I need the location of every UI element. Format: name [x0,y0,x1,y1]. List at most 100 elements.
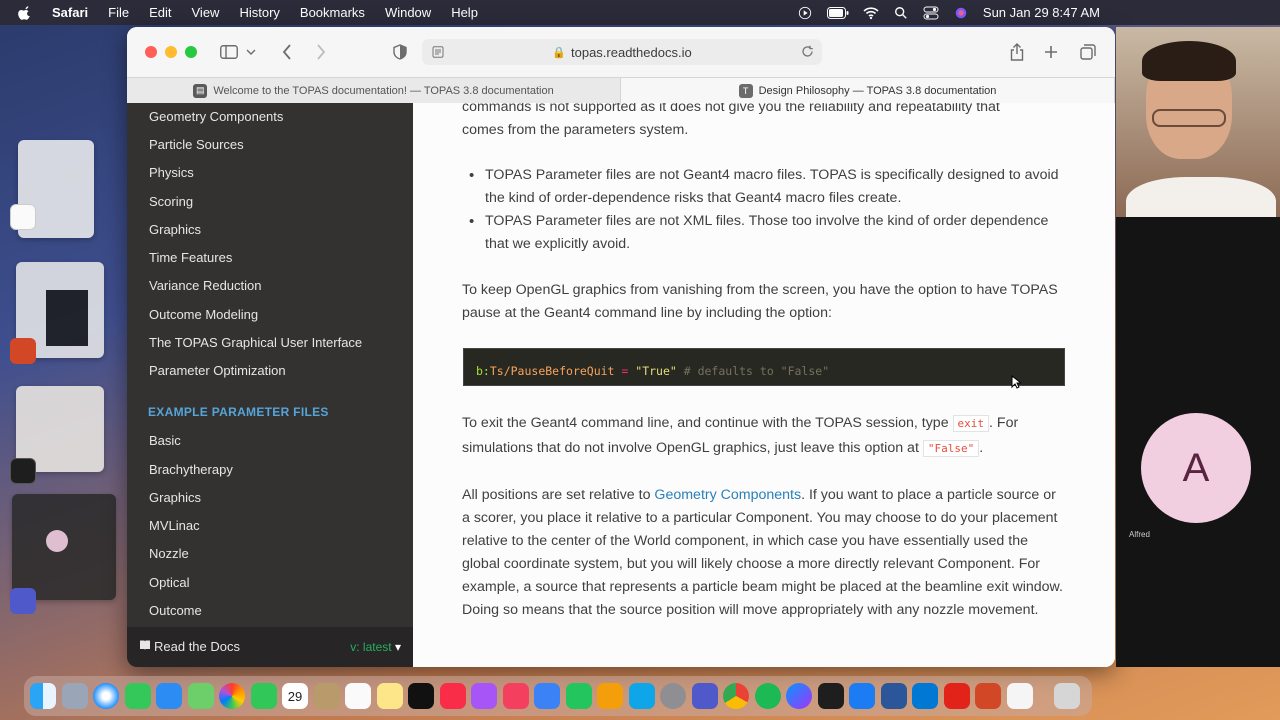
facetime-icon[interactable] [250,683,277,709]
control-center-icon[interactable] [923,6,939,20]
calendar-icon[interactable]: 29 [282,683,308,709]
address-bar[interactable]: 🔒 topas.readthedocs.io [422,39,822,65]
contacts-icon[interactable] [313,683,340,709]
textedit-stage-icon[interactable] [10,204,36,230]
maps-icon[interactable] [187,683,214,709]
xcode-icon[interactable] [849,683,875,709]
menu-clock[interactable]: Sun Jan 29 8:47 AM [983,5,1100,20]
textedit-icon[interactable] [1006,683,1033,709]
messenger-icon[interactable] [786,683,812,709]
trash-icon[interactable] [1054,683,1080,709]
sidebar-example-optical[interactable]: Optical [149,575,189,590]
sidebar-toggle-icon[interactable] [218,41,240,63]
minimize-window-button[interactable] [165,46,177,58]
participant-video[interactable] [1116,27,1280,217]
sidebar-item-physics[interactable]: Physics [149,165,194,180]
doc-content: commands is not supported as it does not… [413,103,1115,667]
photos-icon[interactable] [219,683,245,709]
acrobat-icon[interactable] [943,683,970,709]
menu-app-name[interactable]: Safari [52,5,88,20]
sidebar-example-outcome[interactable]: Outcome [149,603,202,618]
sidebar-item-outcome-modeling[interactable]: Outcome Modeling [149,307,258,322]
notes-icon[interactable] [376,683,403,709]
terminal-stage-icon[interactable] [10,458,36,484]
menu-edit[interactable]: Edit [149,5,171,20]
tab-overview-icon[interactable] [1077,41,1099,63]
stage-window-4[interactable] [12,494,116,600]
app-store-icon[interactable] [628,683,655,709]
read-the-docs-label[interactable]: Read the Docs [154,639,240,654]
appletv-icon[interactable] [408,683,434,709]
podcasts-icon[interactable] [471,683,497,709]
sidebar-item-gui[interactable]: The TOPAS Graphical User Interface [149,335,362,350]
reminders-icon[interactable] [345,683,371,709]
menu-file[interactable]: File [108,5,129,20]
spotify-icon[interactable] [754,683,781,709]
siri-icon[interactable] [953,6,969,20]
new-tab-icon[interactable] [1040,41,1062,63]
sidebar-example-basic[interactable]: Basic [149,433,181,448]
sidebar-item-geometry-components[interactable]: Geometry Components [149,109,283,124]
share-icon[interactable] [1006,41,1028,63]
forward-arrow-icon[interactable] [310,41,332,63]
music-icon[interactable] [439,683,466,709]
url-text[interactable]: topas.readthedocs.io [571,45,692,60]
sidebar-item-graphics[interactable]: Graphics [149,222,201,237]
geometry-components-link[interactable]: Geometry Components [654,487,801,503]
sidebar-item-particle-sources[interactable]: Particle Sources [149,137,244,152]
sidebar-example-nozzle[interactable]: Nozzle [149,546,189,561]
apple-icon[interactable] [18,5,32,20]
code-block[interactable]: b:Ts/PauseBeforeQuit = "True" # defaults… [463,348,1065,386]
menu-view[interactable]: View [192,5,220,20]
participant-hair [1142,41,1236,81]
reload-icon[interactable] [801,45,814,58]
news-icon[interactable] [502,683,529,709]
system-settings-icon[interactable] [660,683,686,709]
sidebar-example-mvlinac[interactable]: MVLinac [149,518,200,533]
close-window-button[interactable] [145,46,157,58]
zoom-window-button[interactable] [185,46,197,58]
participant-body [1126,177,1276,217]
menu-window[interactable]: Window [385,5,431,20]
keynote-icon[interactable] [534,683,560,709]
messages-icon[interactable] [124,683,151,709]
word-icon[interactable] [880,683,907,709]
chrome-icon[interactable] [723,683,749,709]
reader-icon[interactable] [432,46,444,58]
tab-design-philosophy[interactable]: T Design Philosophy — TOPAS 3.8 document… [621,78,1115,103]
teams-icon[interactable] [691,683,718,709]
teams-stage-icon[interactable] [10,588,36,614]
safari-icon[interactable] [93,683,119,709]
menu-bookmarks[interactable]: Bookmarks [300,5,365,20]
menu-history[interactable]: History [239,5,279,20]
tab-welcome[interactable]: ▤ Welcome to the TOPAS documentation! — … [127,78,621,103]
back-arrow-icon[interactable] [276,41,298,63]
sidebar-example-graphics[interactable]: Graphics [149,490,201,505]
tab-bar: ▤ Welcome to the TOPAS documentation! — … [127,77,1115,103]
version-selector[interactable]: v: latest ▾ [350,640,401,654]
intro-paragraph: commands is not supported as it does not… [462,103,1067,142]
outlook-icon[interactable] [912,683,938,709]
powerpoint-icon[interactable] [975,683,1001,709]
sidebar-item-time-features[interactable]: Time Features [149,250,232,265]
finder-icon[interactable] [30,683,56,709]
sidebar-example-brachytherapy[interactable]: Brachytherapy [149,462,233,477]
launchpad-icon[interactable] [61,683,88,709]
play-icon[interactable] [797,6,813,20]
sidebar-item-variance-reduction[interactable]: Variance Reduction [149,278,262,293]
mail-icon[interactable] [156,683,182,709]
battery-icon[interactable] [826,6,849,20]
read-the-docs-footer[interactable]: Read the Docs v: latest ▾ [127,627,413,667]
chevron-down-icon[interactable] [244,41,258,63]
pages-icon[interactable] [597,683,623,709]
search-icon[interactable] [893,6,909,20]
powerpoint-stage-icon[interactable] [10,338,36,364]
menu-help[interactable]: Help [451,5,478,20]
numbers-icon[interactable] [565,683,592,709]
terminal-icon[interactable] [817,683,844,709]
sidebar-item-scoring[interactable]: Scoring [149,194,193,209]
privacy-shield-icon[interactable] [389,41,411,63]
participant-avatar[interactable]: A [1141,413,1251,523]
sidebar-item-parameter-optimization[interactable]: Parameter Optimization [149,363,286,378]
wifi-icon[interactable] [863,6,879,20]
